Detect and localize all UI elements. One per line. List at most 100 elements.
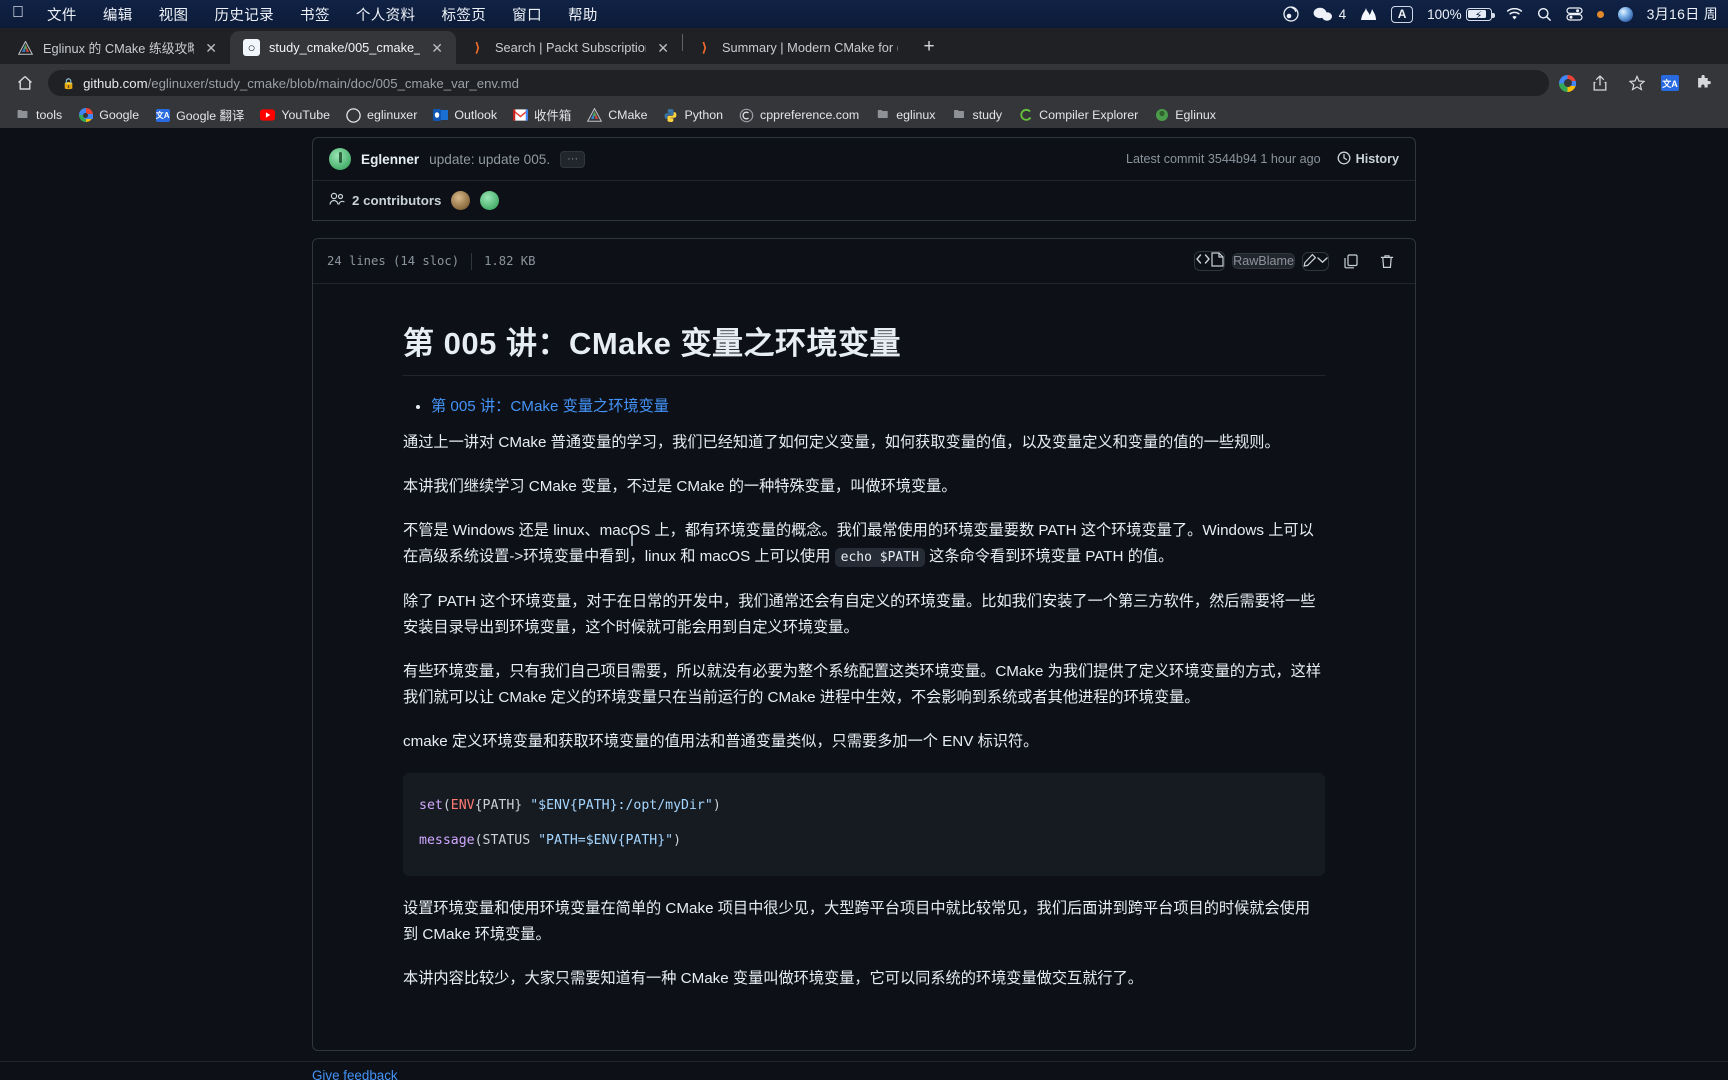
trash-icon[interactable] [1372,248,1401,274]
edit-split-button [1302,251,1329,271]
give-feedback-link[interactable]: Give feedback [312,1068,398,1080]
bookmark-eglinux[interactable]: Eglinux [1147,106,1223,125]
browser-tab-3[interactable]: ⟩ Summary | Modern CMake for ( [683,31,909,64]
tab-close-icon-0[interactable]: ✕ [203,41,219,55]
battery-percent-label: 100% [1427,6,1462,22]
browser-tab-2[interactable]: ⟩ Search | Packt Subscription ✕ [456,31,682,64]
chevron-down-icon[interactable] [1317,253,1328,270]
bookmark-youtube[interactable]: YouTube [253,106,337,125]
bookmark-python[interactable]: Python [656,106,730,125]
dropbox-icon[interactable] [1282,6,1299,22]
history-label: History [1355,152,1399,166]
apple-icon[interactable]:  [6,4,34,24]
code-line-2: message(STATUS "PATH=$ENV{PATH}") [419,833,681,848]
code-brackets-icon[interactable] [1195,252,1211,270]
file-toolbar-actions: Raw Blame [1194,248,1401,274]
google-translate-icon: 文A [155,108,170,122]
code-fn-set: set [419,798,443,814]
menubar-clock[interactable]: 3月16日 周 [1647,4,1718,24]
commit-message[interactable]: update: update 005. [429,152,550,167]
paragraph-8: 本讲内容比较少，大家只需要知道有一种 CMake 变量叫做环境变量，它可以同系统… [403,970,1143,988]
star-icon[interactable] [1624,70,1650,96]
battery-status[interactable]: 100% ⚡ [1427,6,1495,22]
home-icon[interactable] [12,70,38,96]
bookmark-eglinuxer[interactable]: eglinuxer [339,106,424,125]
bookmark-eglinux-folder[interactable]: 🖿 eglinux [868,106,942,125]
new-tab-button[interactable]: + [915,33,943,61]
spotlight-search-icon[interactable] [1537,7,1552,22]
author-avatar[interactable] [329,148,351,170]
copy-icon[interactable] [1336,248,1365,274]
wechat-status[interactable]: 4 [1313,6,1347,22]
menu-item-4[interactable]: 书签 [287,4,343,25]
cmake-icon [587,108,603,123]
google-translate-icon[interactable]: 文A [1661,75,1679,91]
bookmark-google-translate[interactable]: 文A Google 翻译 [148,104,251,126]
control-center-icon[interactable] [1566,7,1583,21]
input-source-indicator[interactable]: A [1391,5,1414,23]
cmake-favicon [17,39,34,56]
menu-item-2[interactable]: 视图 [146,4,202,25]
macos-menu-bar:  文件 编辑 视图 历史记录 书签 个人资料 标签页 窗口 帮助 4 A 10… [0,0,1728,28]
bookmark-inbox[interactable]: 收件箱 [506,104,578,126]
code-block[interactable]: set(ENV{PATH} "$ENV{PATH}:/opt/myDir") m… [403,773,1325,876]
omnibox-actions: 文A [1559,70,1716,96]
bookmark-label: CMake [608,108,648,122]
menu-item-1[interactable]: 编辑 [90,4,146,25]
bookmark-compiler-explorer[interactable]: Compiler Explorer [1011,106,1145,125]
commit-meta: Latest commit 3544b94 1 hour ago History [1126,151,1399,168]
code-paren: ( [474,832,483,848]
menu-item-3[interactable]: 历史记录 [201,4,287,25]
wifi-icon[interactable] [1506,7,1523,21]
bookmark-tools[interactable]: 🖿 tools [8,106,69,125]
bookmark-outlook[interactable]: Outlook [426,106,504,125]
bookmark-study-folder[interactable]: 🖿 study [945,106,1010,125]
address-bar[interactable]: 🔒 github.com/eglinuxer/study_cmake/blob/… [48,70,1549,96]
bookmark-cppreference[interactable]: cppreference.com [732,106,866,125]
siri-icon[interactable] [1617,6,1633,22]
browser-tab-1[interactable]: ○ study_cmake/005_cmake_var_ ✕ [230,31,456,64]
toc-link[interactable]: 第 005 讲：CMake 变量之环境变量 [431,398,669,415]
bookmark-label: 收件箱 [534,109,572,123]
paragraph-7: 设置环境变量和使用环境变量在简单的 CMake 项目中很少见，大型跨平台项目中就… [403,899,1311,944]
browser-tab-0[interactable]: Eglinux 的 CMake 练级攻略 ✕ [4,31,230,64]
cppreference-icon [739,108,754,123]
google-icon[interactable] [1559,74,1576,92]
contributor-avatar-2[interactable] [480,191,500,210]
contributors-link[interactable]: 2 contributors [329,192,441,209]
extensions-puzzle-icon[interactable] [1690,70,1716,96]
file-size: 1.82 KB [484,254,536,268]
bookmark-cmake[interactable]: CMake [580,106,654,125]
menu-item-8[interactable]: 帮助 [555,4,611,25]
wechat-unread-count: 4 [1338,6,1347,22]
content-wrapper: Eglenner update: update 005. ··· Latest … [312,128,1416,1052]
python-icon [663,108,678,123]
wechat-icon [1313,7,1333,22]
toolbar-divider [471,252,473,270]
code-string: "PATH=$ENV{PATH}" [538,832,674,848]
tab-close-icon-2[interactable]: ✕ [655,41,671,55]
flame-icon[interactable] [1360,7,1377,22]
commit-author-name[interactable]: Eglenner [361,152,419,167]
menu-item-5[interactable]: 个人资料 [343,4,429,25]
github-file-page: Eglenner update: update 005. ··· Latest … [0,128,1728,1080]
tab-close-icon-1[interactable]: ✕ [429,41,445,55]
menu-item-6[interactable]: 标签页 [428,4,499,25]
menu-item-7[interactable]: 窗口 [499,4,555,25]
code-string: "$ENV{PATH}:/opt/myDir" [530,798,713,814]
file-preview-icon[interactable] [1211,252,1224,270]
latest-commit-label: Latest commit [1125,152,1205,166]
people-icon [329,192,345,209]
commit-expand-button[interactable]: ··· [560,150,586,168]
raw-button[interactable]: Raw [1233,254,1258,268]
history-link[interactable]: History [1337,151,1399,168]
toc-item: 第 005 讲：CMake 变量之环境变量 [431,394,1325,416]
bookmark-google[interactable]: Google [71,106,146,125]
commit-header-box: Eglenner update: update 005. ··· Latest … [312,137,1416,221]
share-icon[interactable] [1587,70,1613,96]
menu-item-0[interactable]: 文件 [34,4,90,25]
pencil-edit-icon[interactable] [1303,253,1317,270]
contributor-avatar-1[interactable] [451,191,471,210]
blame-button[interactable]: Blame [1258,254,1294,268]
bookmark-label: Google 翻译 [176,109,245,123]
